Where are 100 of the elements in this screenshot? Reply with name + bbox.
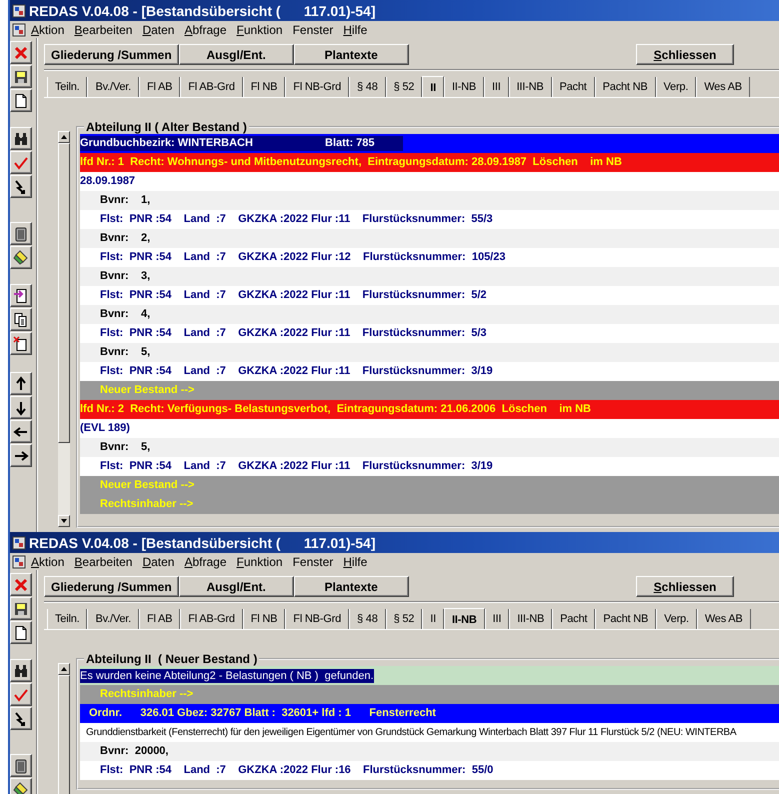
scrollbar[interactable]	[58, 131, 70, 527]
menu-item[interactable]: Daten	[137, 22, 180, 36]
tab[interactable]: Verp.	[656, 77, 696, 97]
toolbar-button[interactable]	[10, 754, 32, 777]
scroll-up-icon	[61, 667, 67, 671]
tab[interactable]: Bv./Ver.	[87, 609, 139, 629]
menu-item[interactable]: Fenster	[288, 22, 338, 36]
menu-item[interactable]: Abfrage	[179, 554, 232, 568]
tab[interactable]: III	[484, 609, 510, 629]
tab[interactable]: Pacht	[552, 609, 596, 629]
checkmark-icon	[13, 686, 29, 702]
toolbar-button[interactable]	[10, 246, 32, 269]
command-button[interactable]: Plantexte	[294, 44, 409, 65]
menu-item[interactable]: Aktion	[26, 554, 70, 568]
toolbar-button[interactable]	[10, 65, 32, 88]
menu-item[interactable]: Bearbeiten	[69, 22, 138, 36]
tab[interactable]: II-NB	[444, 77, 484, 97]
tab[interactable]: II	[422, 76, 444, 97]
command-button[interactable]: Ausgl/Ent.	[178, 44, 294, 65]
toolbar-button[interactable]	[10, 41, 32, 64]
menu-item[interactable]: Daten	[137, 554, 180, 568]
tab[interactable]: II-NB	[444, 608, 485, 629]
scroll-up-button[interactable]	[58, 663, 70, 675]
close-icon	[13, 44, 29, 60]
tab[interactable]: Fl NB-Grd	[285, 77, 349, 97]
document-arrow-icon	[13, 288, 29, 304]
menu-item[interactable]: Funktion	[232, 554, 288, 568]
note-text: 28.09.1987	[80, 174, 136, 189]
menu-item[interactable]: Aktion	[26, 22, 70, 36]
scroll-thumb[interactable]	[58, 143, 70, 443]
tab[interactable]: Fl NB-Grd	[285, 609, 349, 629]
scroll-down-button[interactable]	[58, 515, 70, 527]
toolbar-button[interactable]	[10, 573, 32, 596]
scroll-up-icon	[61, 135, 67, 139]
tab[interactable]: Pacht NB	[594, 77, 656, 97]
entry-text: lfd Nr.: 1 Recht: Wohnungs- und Mitbenutzungsrecht, Eintragungsdatum: 28.09.1987 Löschen im NB	[80, 155, 622, 170]
tab[interactable]: Fl NB	[242, 77, 286, 97]
toolbar-button[interactable]	[10, 127, 32, 150]
toolbar-button[interactable]	[10, 151, 32, 174]
marker-icon	[13, 250, 29, 266]
tab[interactable]: III-NB	[509, 609, 552, 629]
trash-icon	[13, 758, 29, 774]
close-button[interactable]: Schliessen	[636, 44, 734, 65]
save-icon	[13, 68, 29, 84]
menu-item[interactable]: Funktion	[232, 22, 288, 36]
parcel-number-text: Bvnr: 3,	[100, 269, 150, 284]
trash-icon	[13, 226, 29, 242]
tab[interactable]: Fl AB	[138, 609, 180, 629]
toolbar-button[interactable]	[10, 659, 32, 682]
toolbar-button[interactable]	[10, 621, 32, 644]
parcel-details-text: Flst: PNR :54 Land :7 GKZKA :2022 Flur :11 Flurstücksnummer: 3/19	[100, 459, 493, 474]
parcel-number-text: Bvnr: 5,	[100, 345, 150, 360]
entry-text: lfd Nr.: 2 Recht: Verfügungs- Belastungsverbot, Eintragungsdatum: 21.06.2006 Löschen im NB	[80, 402, 591, 417]
menu-item[interactable]: Abfrage	[179, 22, 232, 36]
tab[interactable]: III-NB	[508, 77, 552, 97]
command-button[interactable]: Gliederung /Summen	[44, 576, 179, 597]
toolbar-button[interactable]	[10, 175, 32, 198]
window-title: REDAS V.04.08 - [Bestandsübersicht ( 117.01)-54]	[29, 534, 376, 550]
toolbar-button[interactable]	[10, 372, 32, 395]
toolbar-button[interactable]	[10, 597, 32, 620]
toolbar-button[interactable]	[10, 222, 32, 245]
scroll-down-icon	[61, 519, 67, 523]
command-button[interactable]: Ausgl/Ent.	[178, 576, 294, 597]
tab[interactable]: Bv./Ver.	[87, 77, 139, 97]
tab[interactable]: Fl AB	[138, 77, 180, 97]
tab[interactable]: § 48	[349, 609, 386, 629]
scroll-up-button[interactable]	[58, 131, 70, 143]
tab[interactable]: Fl AB-Grd	[180, 77, 243, 97]
tab[interactable]: Teiln.	[47, 77, 88, 97]
command-button[interactable]: Gliederung /Summen	[44, 44, 179, 65]
menu-item[interactable]: Hilfe	[338, 554, 372, 568]
app-icon[interactable]	[12, 22, 26, 36]
tab[interactable]: Pacht NB	[595, 609, 656, 629]
toolbar-button[interactable]	[10, 284, 32, 307]
tab[interactable]: § 48	[349, 77, 386, 97]
tab[interactable]: Fl AB-Grd	[180, 609, 243, 629]
toolbar-button[interactable]	[10, 707, 32, 730]
tab[interactable]: Teiln.	[47, 609, 88, 629]
tab[interactable]: § 52	[386, 609, 422, 629]
app-icon[interactable]	[12, 554, 26, 568]
toolbar-button[interactable]	[10, 683, 32, 706]
menu-item[interactable]: Fenster	[288, 554, 338, 568]
toolbar-button[interactable]	[10, 308, 32, 331]
tab[interactable]: Pacht	[552, 77, 595, 97]
menu-item[interactable]: Hilfe	[338, 22, 372, 36]
group-title: Abteilung II ( Neuer Bestand )	[85, 652, 258, 666]
command-button[interactable]: Plantexte	[294, 576, 409, 597]
toolbar-button[interactable]	[10, 89, 32, 112]
tab[interactable]: Fl NB	[242, 609, 286, 629]
tab[interactable]: Wes AB	[696, 609, 751, 629]
toolbar-button[interactable]	[10, 420, 32, 443]
toolbar-button[interactable]	[10, 444, 32, 467]
close-button[interactable]: Schliessen	[636, 576, 734, 597]
tab[interactable]: Verp.	[656, 609, 697, 629]
menu-item[interactable]: Bearbeiten	[69, 554, 138, 568]
toolbar-button[interactable]	[10, 332, 32, 355]
tab[interactable]: III	[484, 77, 509, 97]
tab[interactable]: Wes AB	[696, 77, 750, 97]
toolbar-button[interactable]	[10, 396, 32, 419]
parcel-number-text: Bvnr: 5,	[100, 440, 150, 455]
